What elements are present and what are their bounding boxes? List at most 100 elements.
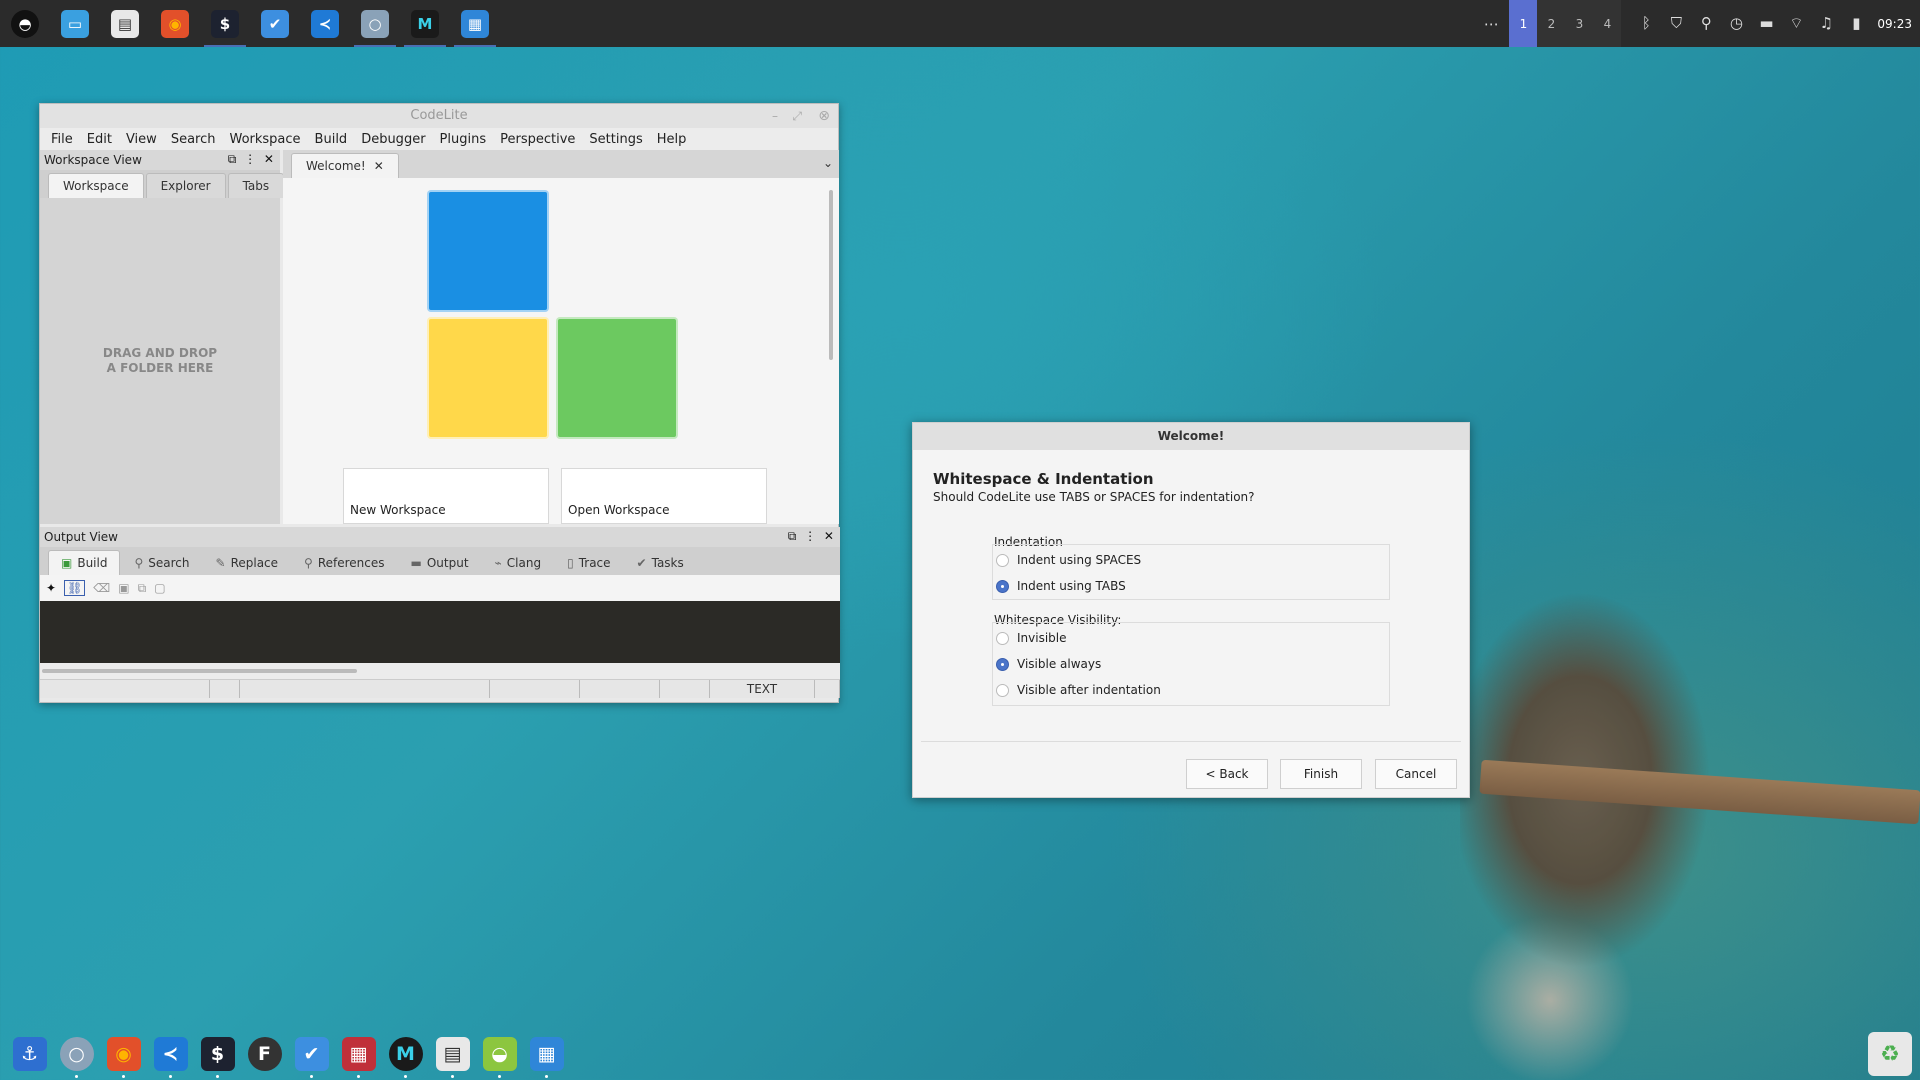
wifi-icon[interactable]: ⌔ [1781,14,1811,33]
close-tab-icon[interactable]: ✕ [374,159,384,173]
panel-tools-icon[interactable]: ⧉ ⋮ ✕ [228,152,276,167]
panel-app[interactable]: ▦ [450,0,500,47]
save-icon[interactable]: ▣ [118,581,129,595]
tab-replace[interactable]: ✎ Replace [204,550,291,575]
radio-button[interactable] [996,657,1009,671]
tab-search[interactable]: ⚲ Search [122,550,201,575]
tab-workspace[interactable]: Workspace [48,173,144,198]
back-button[interactable]: < Back [1186,759,1268,789]
panel-app[interactable]: ◉ [150,0,200,47]
tab-tabs[interactable]: Tabs [227,173,285,198]
grid-app-icon: ▦ [341,1037,376,1071]
visibility-option-1[interactable]: Visible always [996,657,1101,671]
tasks-icon: ✔ [261,9,289,38]
overflow-icon[interactable]: ⋯ [1473,15,1509,33]
tab-welcome[interactable]: Welcome! ✕ [291,153,399,178]
chevron-down-icon[interactable]: ⌄ [823,156,833,170]
tab-explorer[interactable]: Explorer [145,173,226,198]
menu-build[interactable]: Build [308,132,355,147]
menu-edit[interactable]: Edit [80,132,119,147]
radio-button[interactable] [996,553,1009,567]
editor-scrollbar[interactable] [829,190,833,360]
tab-build[interactable]: ▣ Build [48,550,121,575]
copy-icon[interactable]: ⧉ [138,581,147,596]
menu-debugger[interactable]: Debugger [354,132,432,147]
panel-app[interactable]: ◓ [0,0,50,47]
menu-settings[interactable]: Settings [582,132,649,147]
dock-app[interactable]: ≺ [147,1028,194,1080]
tab-references[interactable]: ⚲ References [292,550,396,575]
dock-app[interactable]: ⚓ [6,1028,53,1080]
workspace-1[interactable]: 1 [1509,0,1538,47]
flag-us-icon[interactable]: ▬ [1751,14,1781,33]
open-workspace-button[interactable]: Open Workspace [561,468,767,524]
tab-output[interactable]: ▬ Output [399,550,481,575]
browser-icon: ○ [59,1037,94,1071]
output-console[interactable] [40,601,840,663]
clock[interactable]: 09:23 [1877,17,1912,31]
dock-app[interactable]: ◉ [100,1028,147,1080]
trash-icon[interactable]: ♻ [1868,1032,1912,1076]
dock-app[interactable]: ▦ [523,1028,570,1080]
search-icon: ⚲ [134,555,144,570]
status-field [40,680,210,698]
boxes-icon: ▦ [529,1037,564,1071]
panel-app[interactable]: M [400,0,450,47]
menu-perspective[interactable]: Perspective [493,132,582,147]
menu-search[interactable]: Search [164,132,223,147]
dock-app[interactable]: ○ [53,1028,100,1080]
workspace-3[interactable]: 3 [1565,0,1594,47]
menu-workspace[interactable]: Workspace [222,132,307,147]
workspace-4[interactable]: 4 [1593,0,1622,47]
finish-button[interactable]: Finish [1280,759,1362,789]
codelite-titlebar[interactable]: CodeLite – ⤢ ⊗ [40,104,838,128]
link-icon[interactable]: ⛓ [64,580,86,596]
tab-trace[interactable]: ▯ Trace [555,550,622,575]
music-icon[interactable]: ♫ [1811,14,1841,33]
pin-icon[interactable]: ✦ [46,581,56,595]
menu-file[interactable]: File [44,132,80,147]
panel-app[interactable]: ≺ [300,0,350,47]
menu-help[interactable]: Help [650,132,694,147]
battery-icon[interactable]: ▮ [1841,14,1871,33]
panel-app[interactable]: ▭ [50,0,100,47]
close-window-button[interactable]: ⊗ [818,104,830,128]
clock-icon[interactable]: ◷ [1721,14,1751,33]
menu-view[interactable]: View [119,132,164,147]
minimize-button[interactable]: – [772,104,778,128]
tab-clang[interactable]: ⌁ Clang [483,550,554,575]
output-icon: ▬ [410,555,422,570]
dock-app[interactable]: M [382,1028,429,1080]
indent-option-0[interactable]: Indent using SPACES [996,553,1141,567]
radio-button[interactable] [996,631,1009,645]
panel-app[interactable]: ○ [350,0,400,47]
visibility-option-2[interactable]: Visible after indentation [996,683,1161,697]
output-hscrollbar[interactable] [40,663,840,679]
menu-plugins[interactable]: Plugins [433,132,494,147]
dock-app[interactable]: ▦ [335,1028,382,1080]
drop-folder-area[interactable]: DRAG AND DROP A FOLDER HERE [40,198,280,524]
cancel-button[interactable]: Cancel [1375,759,1457,789]
panel-app[interactable]: ✔ [250,0,300,47]
visibility-option-0[interactable]: Invisible [996,631,1067,645]
dock-app[interactable]: $ [194,1028,241,1080]
bluetooth-icon[interactable]: ᛒ [1631,14,1661,33]
dock-app[interactable]: F [241,1028,288,1080]
workspace-2[interactable]: 2 [1537,0,1566,47]
radio-button[interactable] [996,683,1009,697]
dock-app[interactable]: ◒ [476,1028,523,1080]
tab-tasks[interactable]: ✔ Tasks [625,550,696,575]
shield-icon[interactable]: ⛉ [1661,14,1691,33]
paste-icon[interactable]: ▢ [154,581,165,595]
dock-app[interactable]: ✔ [288,1028,335,1080]
panel-app[interactable]: ▤ [100,0,150,47]
clear-icon[interactable]: ⌫ [93,581,110,595]
location-icon[interactable]: ⚲ [1691,14,1721,33]
panel-app[interactable]: $ [200,0,250,47]
dock-app[interactable]: ▤ [429,1028,476,1080]
panel-tools-icon[interactable]: ⧉ ⋮ ✕ [788,529,836,544]
indent-option-1[interactable]: Indent using TABS [996,579,1126,593]
radio-button[interactable] [996,579,1009,593]
new-workspace-button[interactable]: New Workspace [343,468,549,524]
maximize-button[interactable]: ⤢ [792,104,802,128]
